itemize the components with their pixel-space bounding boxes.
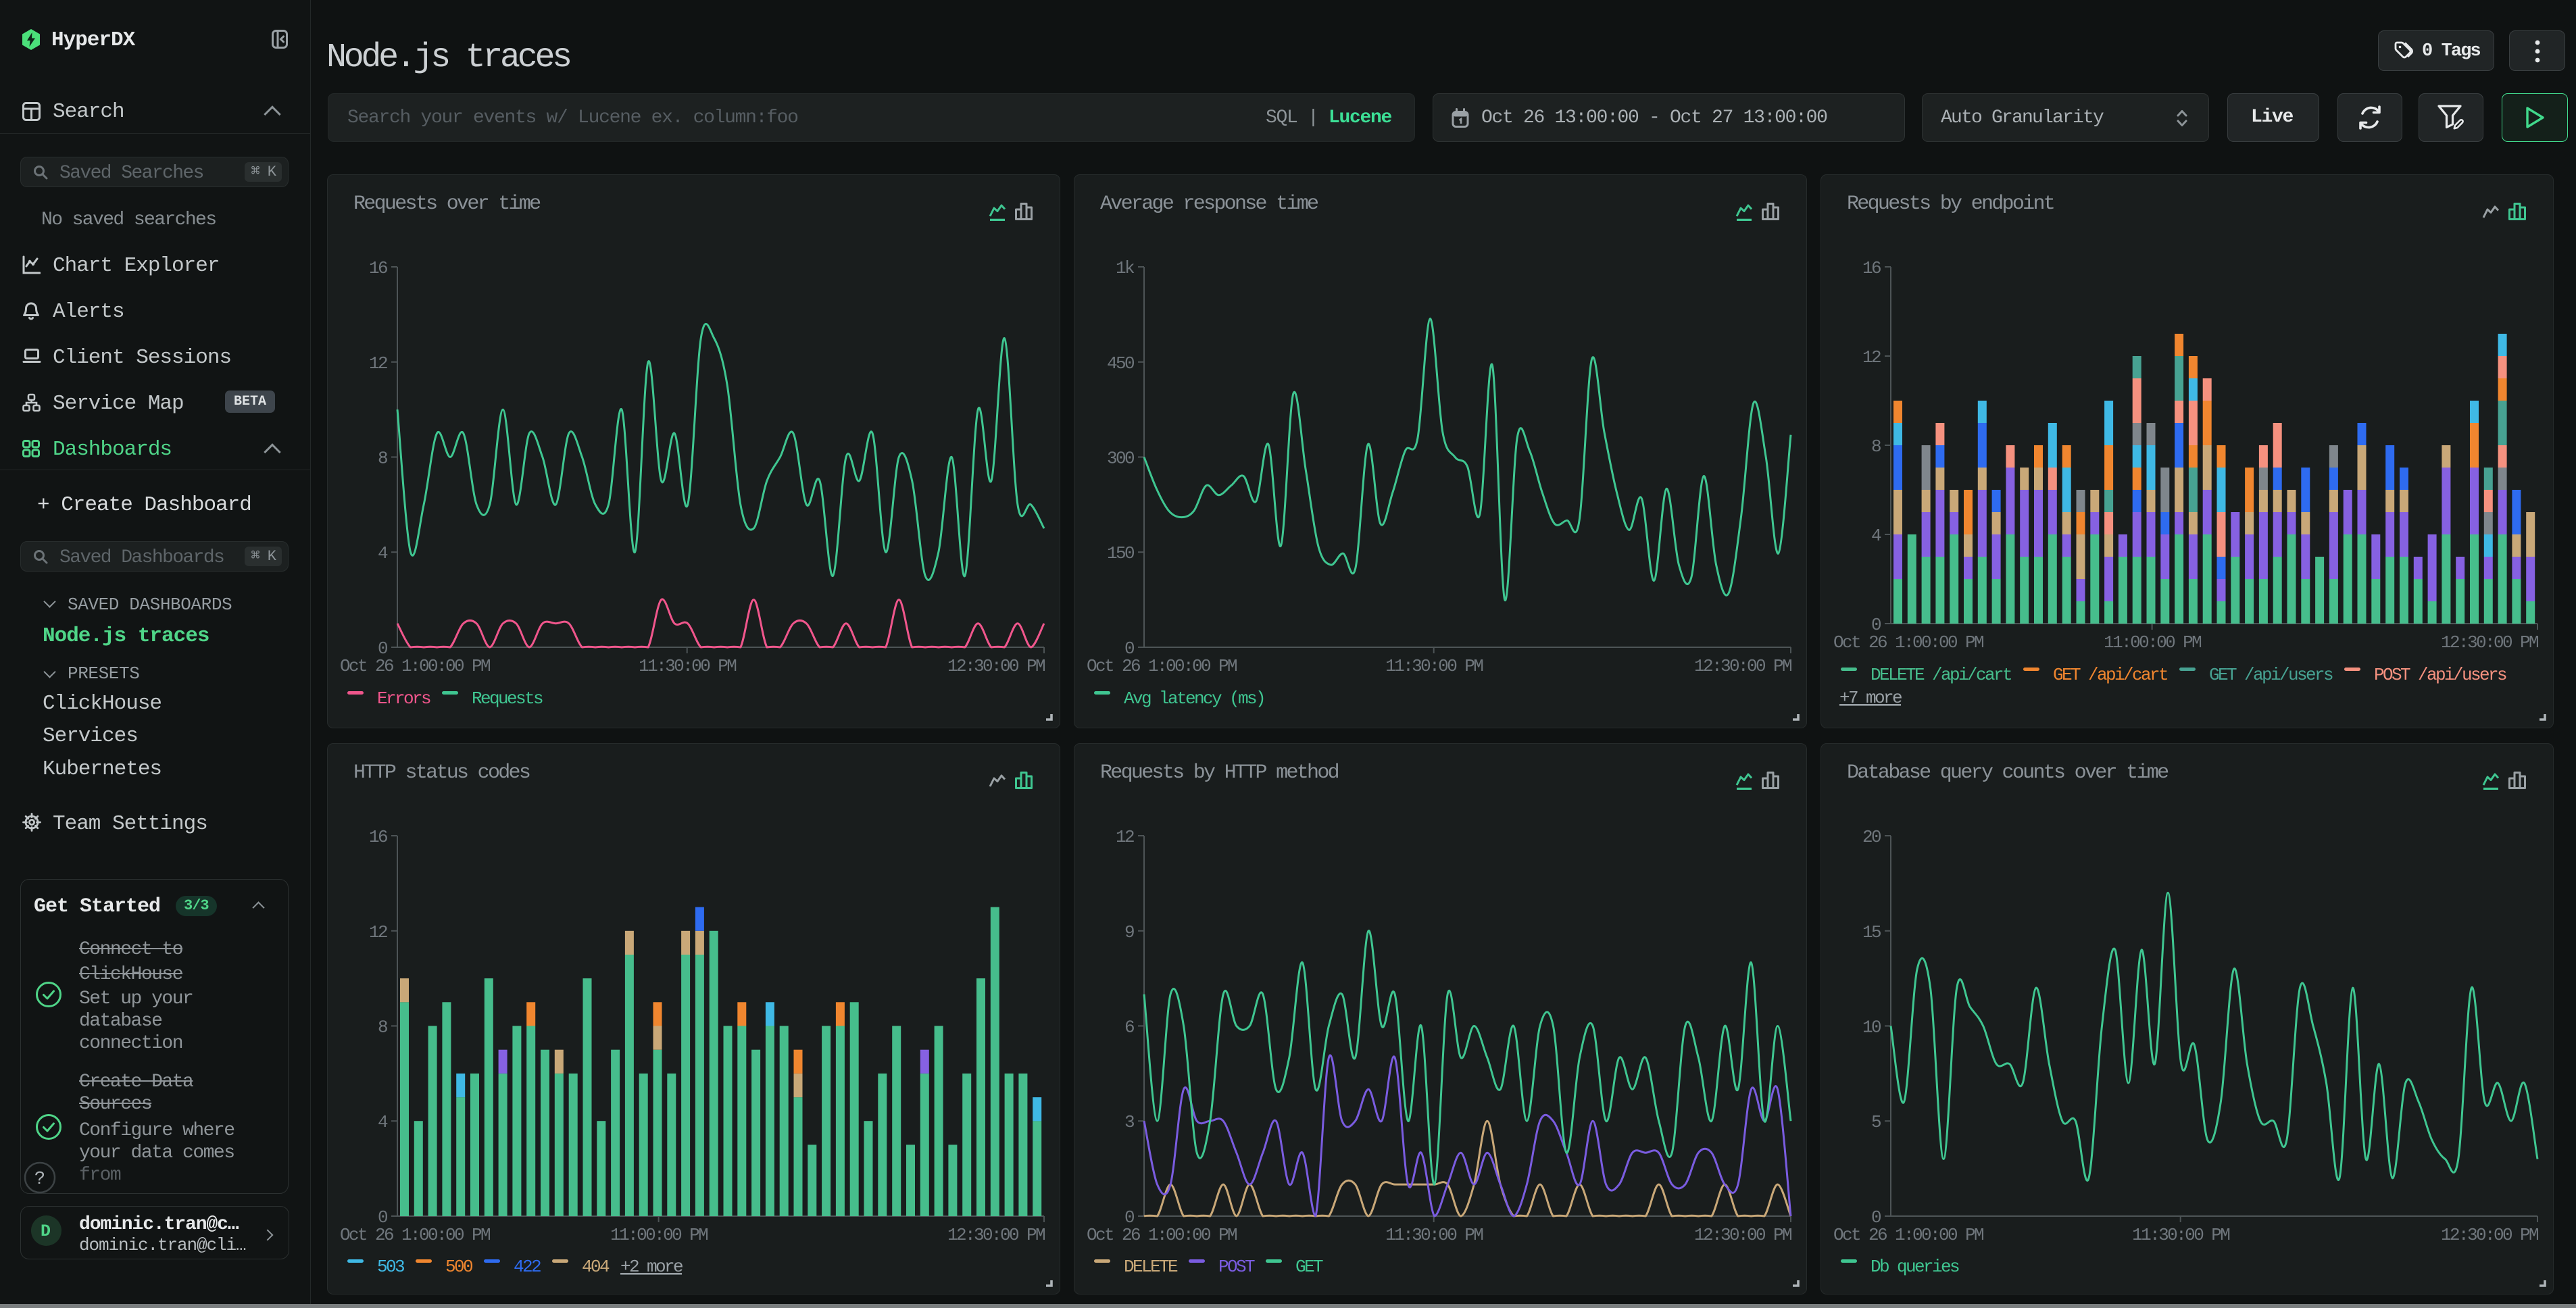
- svg-text:Db queries: Db queries: [1871, 1257, 1959, 1277]
- svg-text:11:30:00 PM: 11:30:00 PM: [2132, 1225, 2229, 1245]
- svg-text:Oct 26 1:00:00 PM: Oct 26 1:00:00 PM: [1087, 1225, 1237, 1245]
- svg-text:4: 4: [1871, 526, 1881, 546]
- svg-text:+7 more: +7 more: [1839, 688, 1902, 708]
- svg-text:20: 20: [1862, 827, 1881, 847]
- svg-text:8: 8: [378, 449, 387, 469]
- svg-text:15: 15: [1862, 922, 1881, 942]
- svg-text:GET /api/users: GET /api/users: [2209, 665, 2333, 685]
- svg-text:DELETE /api/cart: DELETE /api/cart: [1871, 665, 2011, 685]
- svg-text:Oct 26 1:00:00 PM: Oct 26 1:00:00 PM: [1833, 1225, 1983, 1245]
- svg-text:POST: POST: [1218, 1257, 1255, 1277]
- svg-text:16: 16: [1862, 258, 1881, 278]
- svg-text:300: 300: [1107, 449, 1134, 469]
- svg-text:150: 150: [1107, 543, 1134, 563]
- svg-text:12:30:00 PM: 12:30:00 PM: [947, 1225, 1045, 1245]
- svg-text:10: 10: [1862, 1017, 1881, 1038]
- svg-text:Errors: Errors: [377, 688, 430, 709]
- svg-text:POST /api/users: POST /api/users: [2374, 665, 2506, 685]
- svg-text:12: 12: [369, 353, 387, 374]
- svg-text:4: 4: [378, 543, 388, 563]
- svg-text:450: 450: [1107, 353, 1134, 374]
- svg-text:12:30:00 PM: 12:30:00 PM: [2441, 1225, 2538, 1245]
- svg-text:11:30:00 PM: 11:30:00 PM: [1385, 1225, 1483, 1245]
- svg-text:GET /api/cart: GET /api/cart: [2053, 665, 2167, 685]
- svg-text:9: 9: [1124, 922, 1134, 942]
- svg-text:11:00:00 PM: 11:00:00 PM: [610, 1225, 708, 1245]
- svg-text:12: 12: [1116, 827, 1134, 847]
- svg-text:Avg latency (ms): Avg latency (ms): [1124, 688, 1264, 709]
- svg-text:5: 5: [1871, 1112, 1881, 1132]
- svg-text:Requests: Requests: [472, 688, 543, 709]
- svg-text:11:00:00 PM: 11:00:00 PM: [2104, 632, 2201, 653]
- svg-text:1k: 1k: [1116, 258, 1135, 278]
- svg-text:GET: GET: [1295, 1257, 1323, 1277]
- svg-text:?: ?: [34, 1169, 45, 1190]
- svg-text:4: 4: [378, 1112, 388, 1132]
- svg-text:11:30:00 PM: 11:30:00 PM: [639, 656, 736, 676]
- svg-text:503: 503: [377, 1257, 404, 1277]
- svg-text:11:30:00 PM: 11:30:00 PM: [1385, 656, 1483, 676]
- svg-text:+2 more: +2 more: [620, 1257, 683, 1277]
- svg-text:12: 12: [1862, 347, 1881, 368]
- svg-text:DELETE: DELETE: [1124, 1257, 1178, 1277]
- svg-text:12:30:00 PM: 12:30:00 PM: [1694, 1225, 1791, 1245]
- svg-text:Oct 26 1:00:00 PM: Oct 26 1:00:00 PM: [1833, 632, 1983, 653]
- svg-text:12: 12: [369, 922, 387, 942]
- svg-text:3: 3: [1124, 1112, 1134, 1132]
- svg-text:Oct 26 1:00:00 PM: Oct 26 1:00:00 PM: [340, 656, 490, 676]
- svg-text:12:30:00 PM: 12:30:00 PM: [947, 656, 1045, 676]
- svg-text:Oct 26 1:00:00 PM: Oct 26 1:00:00 PM: [340, 1225, 490, 1245]
- svg-text:404: 404: [582, 1257, 610, 1277]
- svg-text:16: 16: [369, 827, 387, 847]
- svg-text:16: 16: [369, 258, 387, 278]
- svg-text:Oct 26 1:00:00 PM: Oct 26 1:00:00 PM: [1087, 656, 1237, 676]
- svg-text:12:30:00 PM: 12:30:00 PM: [1694, 656, 1791, 676]
- svg-text:8: 8: [1871, 436, 1881, 457]
- svg-text:6: 6: [1124, 1017, 1134, 1038]
- svg-text:8: 8: [378, 1017, 387, 1038]
- svg-text:422: 422: [514, 1257, 541, 1277]
- svg-text:500: 500: [445, 1257, 472, 1277]
- svg-text:12:30:00 PM: 12:30:00 PM: [2441, 632, 2538, 653]
